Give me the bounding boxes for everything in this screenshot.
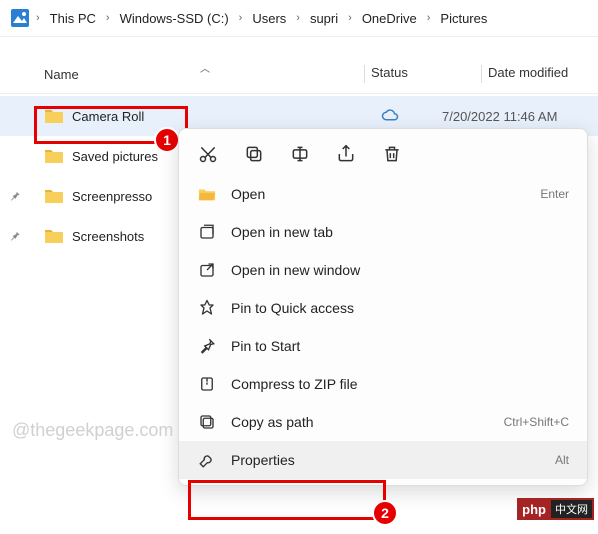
wrench-icon [197,450,217,470]
menu-label: Open in new window [231,262,569,278]
menu-label: Open in new tab [231,224,569,240]
menu-shortcut: Alt [555,453,569,467]
php-badge-cn: 中文网 [551,500,592,518]
menu-label: Copy as path [231,414,490,430]
php-badge-label: php [519,502,549,517]
column-divider [481,65,482,83]
delete-icon[interactable] [381,143,403,165]
annotation-highlight-2 [188,480,386,520]
menu-open-new-tab[interactable]: Open in new tab [179,213,587,251]
pin-icon [8,216,22,256]
pictures-app-icon [10,8,30,28]
column-date[interactable]: Date modified [488,65,598,83]
menu-copy-path[interactable]: Copy as path Ctrl+Shift+C [179,403,587,441]
breadcrumb-item[interactable]: Users [248,9,290,28]
column-name-label: Name [44,67,79,82]
menu-label: Compress to ZIP file [231,376,569,392]
chevron-right-icon: › [237,12,245,24]
pin-icon [8,176,22,216]
breadcrumb-item[interactable]: OneDrive [358,9,421,28]
folder-icon [44,226,64,246]
menu-pin-quick-access[interactable]: Pin to Quick access [179,289,587,327]
folder-name: Screenshots [72,229,144,244]
folder-name: Saved pictures [72,149,158,164]
menu-label: Pin to Quick access [231,300,569,316]
date-modified: 7/20/2022 11:46 AM [442,109,598,124]
folder-name: Screenpresso [72,189,152,204]
column-divider [364,65,365,83]
watermark-text: @thegeekpage.com [12,420,173,441]
context-quick-actions [179,135,587,175]
share-icon[interactable] [335,143,357,165]
copy-path-icon [197,412,217,432]
new-tab-icon [197,222,217,242]
menu-open-new-window[interactable]: Open in new window [179,251,587,289]
context-menu: Open Enter Open in new tab Open in new w… [178,128,588,486]
chevron-right-icon: › [425,12,433,24]
pin-start-icon [197,336,217,356]
menu-compress-zip[interactable]: Compress to ZIP file [179,365,587,403]
menu-pin-start[interactable]: Pin to Start [179,327,587,365]
column-status[interactable]: Status [371,65,475,83]
annotation-badge-1: 1 [154,127,180,153]
zip-icon [197,374,217,394]
rename-icon[interactable] [289,143,311,165]
menu-label: Open [231,186,526,202]
annotation-badge-2: 2 [372,500,398,526]
menu-open[interactable]: Open Enter [179,175,587,213]
menu-properties[interactable]: Properties Alt [179,441,587,479]
breadcrumb-item[interactable]: This PC [46,9,100,28]
chevron-right-icon: › [346,12,354,24]
breadcrumb-item[interactable]: supri [306,9,342,28]
sort-ascending-icon: ︿ [200,60,210,75]
breadcrumb-item[interactable]: Windows-SSD (C:) [116,9,233,28]
chevron-right-icon: › [34,12,42,24]
new-window-icon [197,260,217,280]
breadcrumb-item[interactable]: Pictures [436,9,491,28]
column-headers[interactable]: ︿ Name Status Date modified [0,37,598,94]
copy-icon[interactable] [243,143,265,165]
cut-icon[interactable] [197,143,219,165]
folder-open-icon [197,184,217,204]
menu-label: Pin to Start [231,338,569,354]
pin-icon [197,298,217,318]
cloud-sync-icon [381,107,399,125]
menu-label: Properties [231,452,541,468]
folder-icon [44,186,64,206]
breadcrumb[interactable]: › This PC › Windows-SSD (C:) › Users › s… [0,0,598,37]
chevron-right-icon: › [294,12,302,24]
folder-icon [44,146,64,166]
php-badge: php 中文网 [517,498,594,520]
menu-shortcut: Enter [540,187,569,201]
menu-shortcut: Ctrl+Shift+C [504,415,569,429]
chevron-right-icon: › [104,12,112,24]
